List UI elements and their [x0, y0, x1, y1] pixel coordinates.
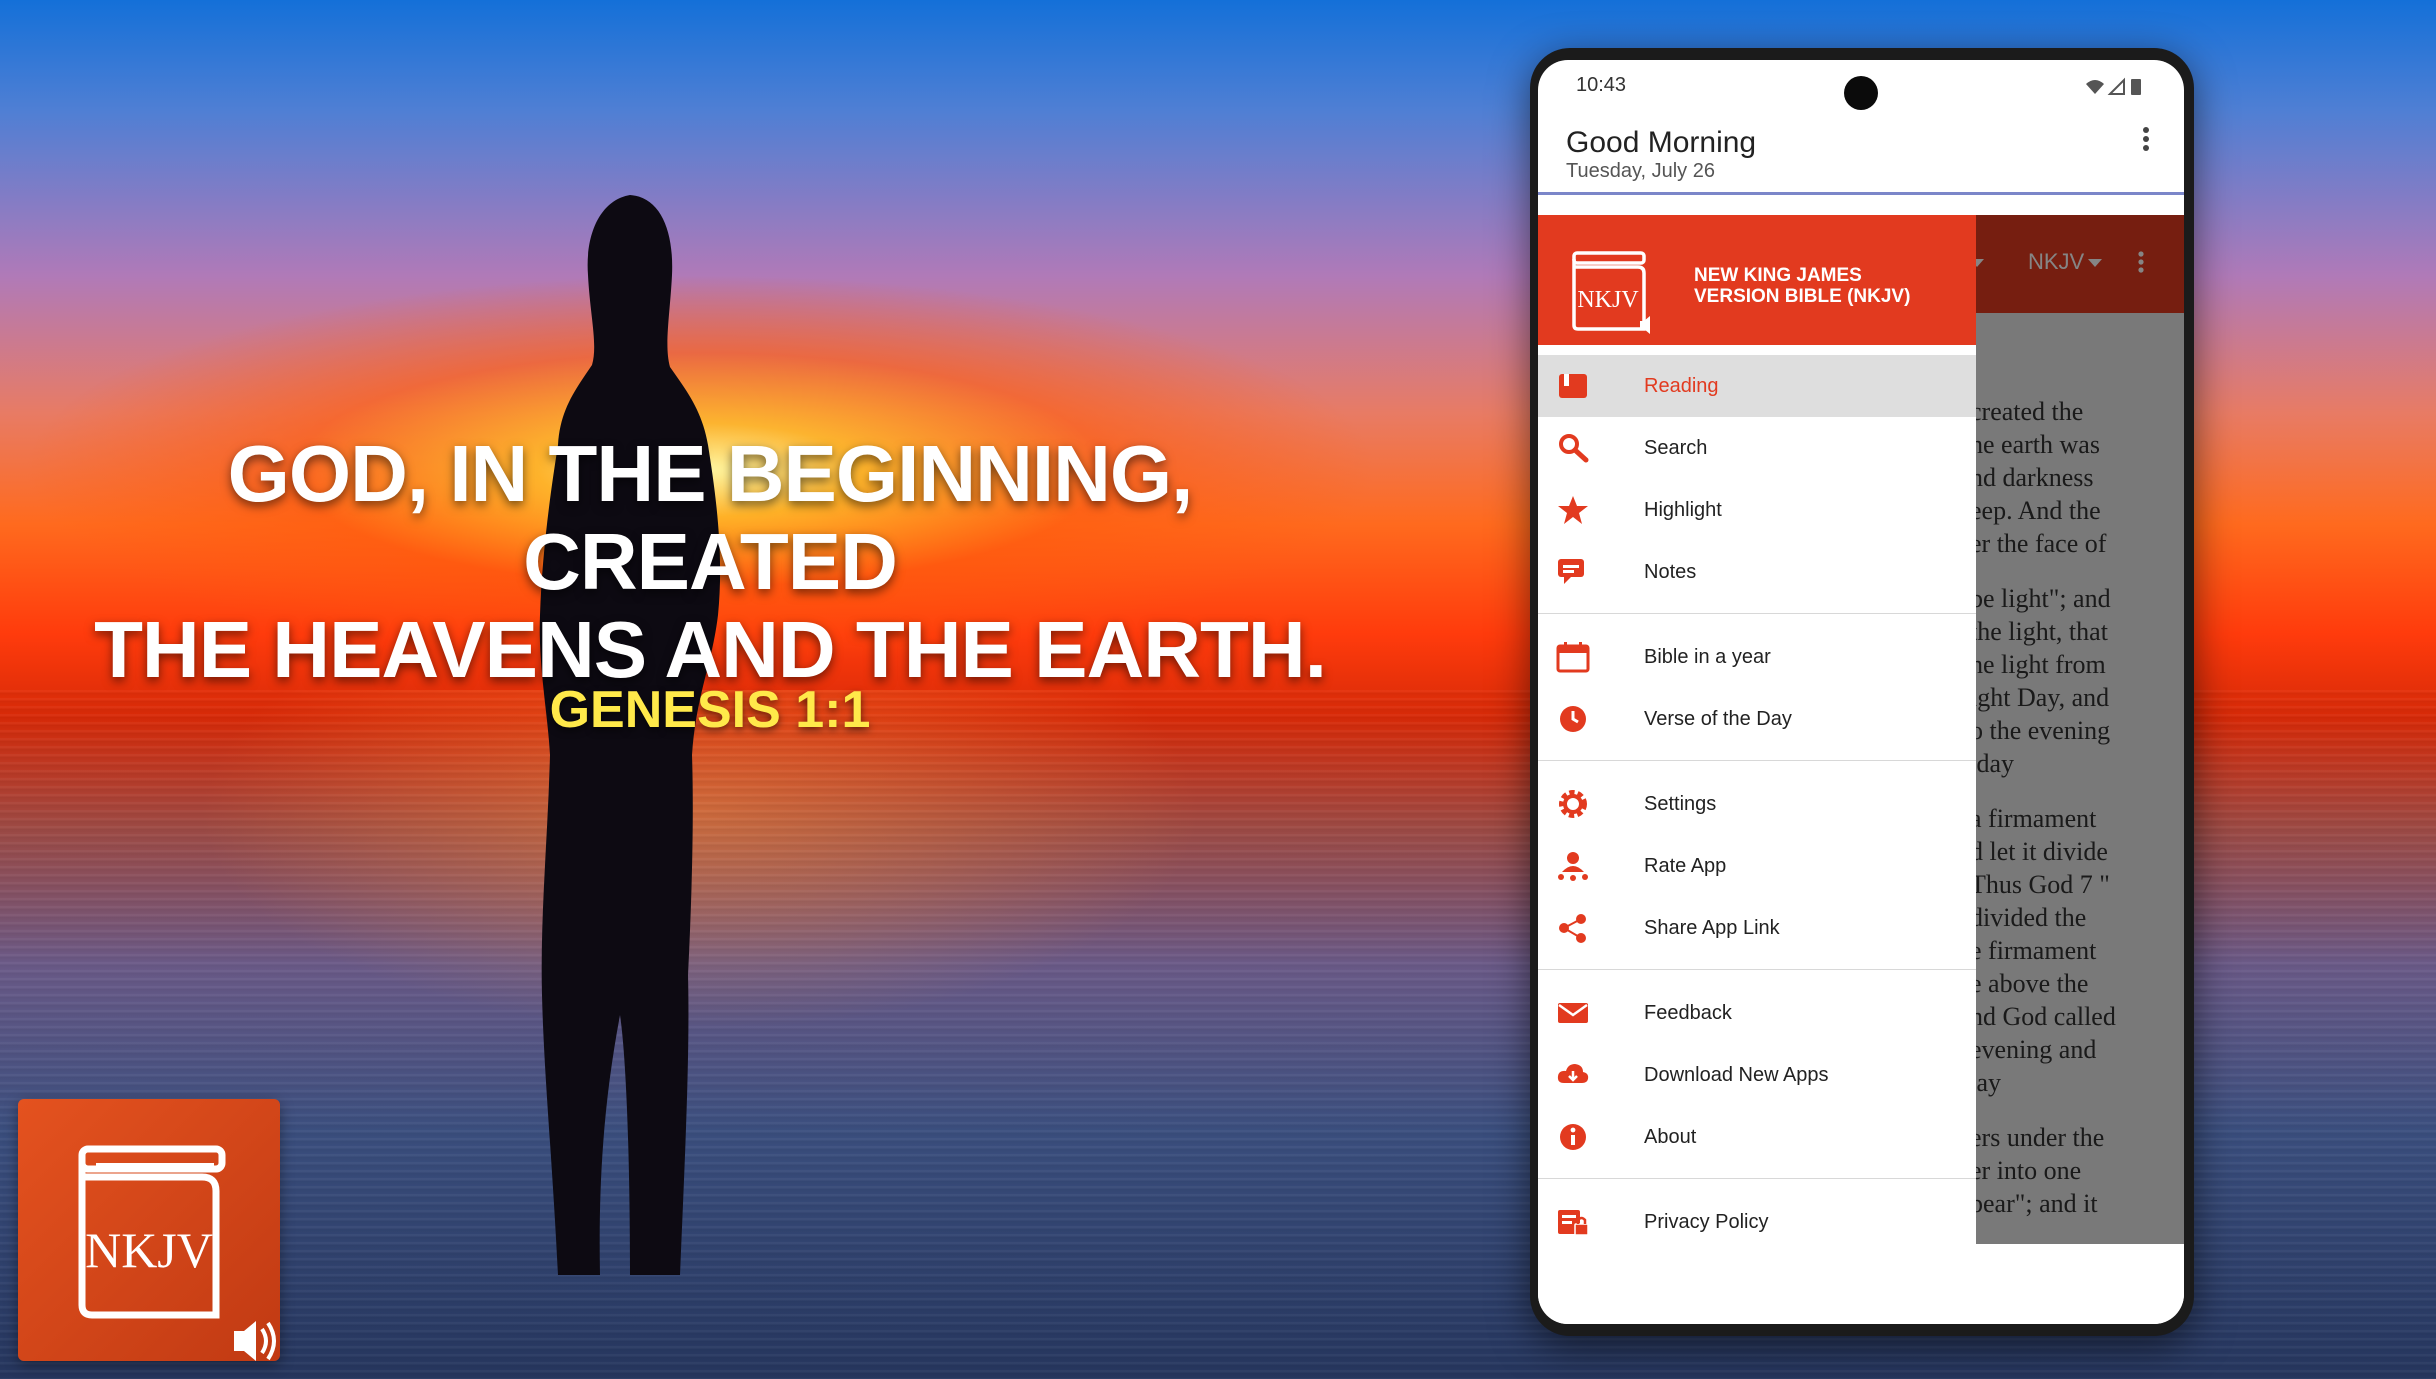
rate-icon [1558, 852, 1588, 881]
wifi-icon [2086, 80, 2104, 94]
verse-reference: GENESIS 1:1 [549, 681, 871, 739]
menu-item-search[interactable]: Search [1538, 417, 1976, 479]
menu-item-reading[interactable]: Reading [1538, 355, 1976, 417]
calendar-icon [1556, 642, 1590, 673]
gear-icon [1559, 790, 1587, 818]
drawer-title: NEW KING JAMES VERSION BIBLE (NKJV) [1694, 265, 1911, 307]
menu-item-download-new-apps[interactable]: Download New Apps [1538, 1044, 1976, 1106]
greeting-date: Tuesday, July 26 [1566, 160, 1715, 182]
drawer-logo: NKJV [1572, 251, 1650, 334]
notes-icon [1558, 559, 1584, 584]
star-icon [1558, 496, 1588, 524]
info-icon [1560, 1124, 1586, 1150]
menu-item-rate-app[interactable]: Rate App [1538, 835, 1976, 897]
nav-bar-area [1538, 1244, 2184, 1324]
menu-item-feedback[interactable]: Feedback [1538, 982, 1976, 1044]
promo-headline: GOD, IN THE BEGINNING, CREATED THE HEAVE… [40, 430, 1380, 694]
header-divider [1538, 192, 2184, 195]
headline-line-1: GOD, IN THE BEGINNING, CREATED [227, 429, 1194, 606]
camera-cutout [1844, 76, 1878, 110]
privacy-icon [1558, 1210, 1589, 1236]
navigation-drawer: NKJV NEW KING JAMES VERSION BIBLE (NKJV)… [1538, 215, 1976, 1244]
battery-icon [2131, 79, 2141, 95]
drawer-menu: Reading Search Highlight Notes Bible in … [1538, 355, 1976, 1244]
menu-divider [1538, 969, 1976, 970]
status-time: 10:43 [1576, 74, 1627, 96]
drawer-header: NKJV NEW KING JAMES VERSION BIBLE (NKJV) [1538, 215, 1976, 345]
phone-screen: 10:43 Good Morning Tuesday, July 26 s NK… [1538, 60, 2184, 1324]
more-options-icon[interactable] [2142, 126, 2150, 152]
reading-icon [1559, 374, 1587, 398]
menu-divider [1538, 613, 1976, 614]
share-icon [1559, 914, 1586, 943]
menu-item-highlight[interactable]: Highlight [1538, 479, 1976, 541]
menu-item-share-app-link[interactable]: Share App Link [1538, 897, 1976, 959]
cloud-download-icon [1557, 1064, 1589, 1083]
menu-divider [1538, 1178, 1976, 1179]
clock-icon [1560, 706, 1586, 732]
logo-text: NKJV [85, 1222, 213, 1278]
search-icon [1559, 434, 1589, 463]
menu-item-privacy-policy[interactable]: Privacy Policy [1538, 1191, 1976, 1244]
signal-icon [2107, 77, 2125, 95]
greeting-title: Good Morning [1566, 126, 1757, 159]
menu-item-settings[interactable]: Settings [1538, 773, 1976, 835]
app-logo: NKJV [18, 1099, 280, 1361]
menu-item-verse-of-the-day[interactable]: Verse of the Day [1538, 688, 1976, 750]
menu-item-notes[interactable]: Notes [1538, 541, 1976, 603]
menu-item-about[interactable]: About [1538, 1106, 1976, 1168]
menu-divider [1538, 760, 1976, 761]
menu-item-bible-in-a-year[interactable]: Bible in a year [1538, 626, 1976, 688]
mail-icon [1558, 1003, 1588, 1023]
svg-text:NKJV: NKJV [1577, 287, 1639, 313]
status-icons [2086, 77, 2141, 95]
